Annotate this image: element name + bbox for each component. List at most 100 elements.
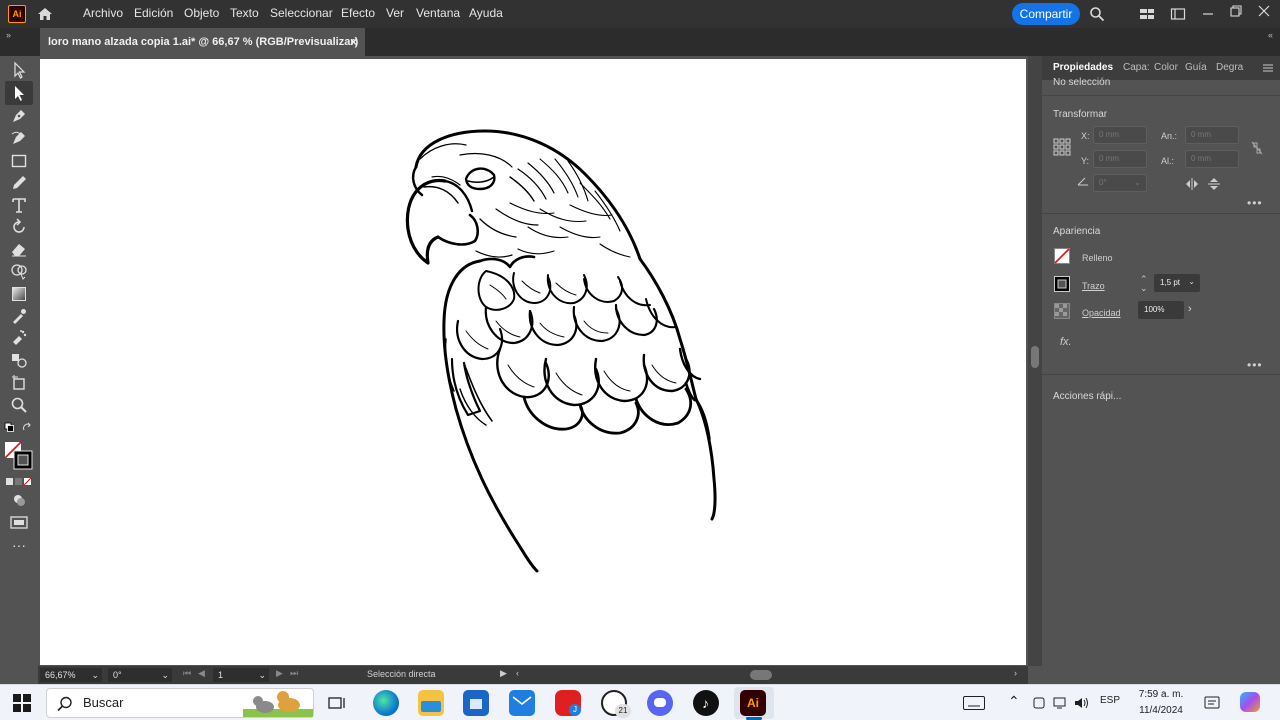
input-language[interactable]: ESP — [1100, 695, 1120, 706]
share-button[interactable]: Compartir — [1012, 3, 1080, 25]
close-window-icon[interactable] — [1256, 3, 1272, 19]
fill-label[interactable]: Relleno — [1082, 253, 1113, 263]
search-icon[interactable] — [1089, 6, 1105, 22]
vertical-scroll-thumb[interactable] — [1031, 346, 1039, 368]
reference-point-icon[interactable] — [1053, 138, 1071, 156]
last-artboard-icon[interactable]: ⏭ — [290, 668, 298, 679]
meet-now-icon[interactable] — [1032, 696, 1046, 710]
mail-icon[interactable] — [509, 690, 535, 716]
show-hidden-icons-icon[interactable]: ⌃ — [1008, 693, 1020, 710]
document-tab[interactable]: loro mano alzada copia 1.ai* @ 66,67 % (… — [40, 28, 365, 56]
task-view-icon[interactable] — [328, 695, 346, 711]
whatsapp-icon[interactable]: 21 — [601, 690, 631, 718]
draw-mode-icon[interactable] — [9, 490, 29, 510]
screen-mode-icon[interactable] — [9, 512, 29, 532]
collapse-toolbar-icon[interactable]: » — [6, 30, 11, 40]
copilot-icon[interactable] — [1240, 692, 1260, 712]
discord-icon[interactable] — [647, 690, 673, 716]
video-app-icon[interactable]: J — [555, 690, 581, 716]
notifications-icon[interactable] — [1204, 695, 1220, 711]
rotation-field[interactable]: 0° ⌄ — [108, 668, 172, 682]
chevron-down-icon[interactable]: ⌄ — [91, 668, 99, 682]
eyedropper-tool-icon[interactable] — [9, 306, 29, 326]
menu-texto[interactable]: Texto — [230, 6, 259, 20]
home-icon[interactable] — [36, 5, 54, 23]
menu-edicion[interactable]: Edición — [134, 6, 173, 20]
stroke-swatch-icon[interactable] — [1054, 276, 1070, 292]
restore-icon[interactable] — [1228, 3, 1244, 19]
close-tab-icon[interactable]: × — [350, 28, 357, 56]
more-transform-options-icon[interactable]: ••• — [1247, 196, 1263, 210]
type-tool-icon[interactable] — [9, 195, 29, 215]
flip-vertical-icon[interactable] — [1208, 177, 1220, 191]
panel-menu-icon[interactable] — [1262, 63, 1274, 73]
tiktok-icon[interactable]: ♪ — [693, 690, 719, 716]
opacity-label[interactable]: Opacidad — [1082, 308, 1121, 318]
symbol-sprayer-tool-icon[interactable] — [9, 328, 29, 348]
constrain-proportions-icon[interactable] — [1250, 141, 1264, 155]
menu-ver[interactable]: Ver — [386, 6, 404, 20]
network-icon[interactable] — [1053, 696, 1069, 710]
chevron-right-icon[interactable]: › — [1188, 303, 1200, 319]
default-swap-colors-icon[interactable] — [4, 421, 34, 433]
pencil-tool-icon[interactable] — [9, 173, 29, 193]
zoom-field[interactable]: 66,67% ⌄ — [40, 668, 102, 682]
menu-objeto[interactable]: Objeto — [184, 6, 219, 20]
fill-stroke-swatch-icon[interactable] — [4, 441, 34, 471]
height-field[interactable]: 0 mm — [1185, 150, 1239, 168]
chevron-down-icon[interactable]: ⌄ — [1134, 175, 1141, 191]
artboard-field[interactable]: 1 ⌄ — [213, 668, 269, 682]
chevron-down-icon[interactable]: ⌄ — [258, 668, 266, 682]
color-mode-icons[interactable] — [5, 474, 33, 486]
zoom-tool-icon[interactable] — [9, 395, 29, 415]
more-appearance-options-icon[interactable]: ••• — [1247, 358, 1263, 372]
artboard[interactable] — [40, 59, 1026, 665]
first-artboard-icon[interactable]: ⏮ — [183, 668, 191, 679]
windows-start-icon[interactable] — [13, 694, 31, 712]
direct-selection-tool-icon[interactable] — [5, 81, 33, 105]
gradient-tool-icon[interactable] — [9, 284, 29, 304]
opacity-field[interactable]: 100% — [1138, 301, 1184, 319]
fill-swatch-icon[interactable] — [1054, 248, 1070, 264]
y-field[interactable]: 0 mm — [1093, 150, 1147, 168]
system-clock[interactable]: 7:59 a. m. 11/4/2024 — [1128, 687, 1194, 719]
workspace-icon[interactable] — [1170, 6, 1186, 22]
rotate-tool-icon[interactable] — [9, 217, 29, 237]
tab-capas[interactable]: Capa: — [1123, 62, 1150, 73]
chevron-down-icon[interactable]: ⌄ — [161, 668, 169, 682]
menu-seleccionar[interactable]: Seleccionar — [270, 6, 333, 20]
tab-degradado[interactable]: Degra — [1216, 62, 1243, 73]
taskbar-search-box[interactable]: Buscar — [46, 688, 314, 718]
microsoft-store-icon[interactable] — [463, 690, 489, 716]
horizontal-scroll-thumb[interactable] — [750, 670, 772, 680]
collapse-panels-icon[interactable]: « — [1268, 30, 1273, 40]
artboard-tool-icon[interactable] — [9, 373, 29, 393]
canvas-area[interactable] — [38, 56, 1028, 666]
arrange-documents-icon[interactable] — [1139, 6, 1155, 22]
next-artboard-icon[interactable]: ▶ — [276, 668, 283, 679]
vertical-scrollbar[interactable] — [1028, 56, 1042, 666]
angle-field[interactable]: 0° ⌄ — [1093, 174, 1147, 192]
edit-toolbar-icon[interactable]: ··· — [9, 538, 29, 560]
edge-browser-icon[interactable] — [373, 690, 399, 716]
curvature-tool-icon[interactable] — [9, 128, 29, 148]
stroke-label[interactable]: Trazo — [1082, 281, 1105, 291]
flip-horizontal-icon[interactable] — [1185, 178, 1199, 190]
menu-efecto[interactable]: Efecto — [341, 6, 375, 20]
status-menu-arrow-icon[interactable]: ▶ — [500, 668, 507, 679]
menu-ayuda[interactable]: Ayuda — [469, 6, 503, 20]
menu-ventana[interactable]: Ventana — [416, 6, 460, 20]
rectangle-tool-icon[interactable] — [9, 151, 29, 171]
file-explorer-icon[interactable] — [418, 690, 444, 716]
tab-guia[interactable]: Guía — [1185, 62, 1207, 73]
opacity-icon[interactable] — [1054, 303, 1070, 319]
tab-color[interactable]: Color — [1154, 62, 1178, 73]
selection-tool-icon[interactable] — [9, 60, 29, 80]
chevron-down-icon[interactable]: ⌄ — [1188, 274, 1195, 290]
previous-artboard-icon[interactable]: ◀ — [198, 668, 205, 679]
minimize-icon[interactable] — [1200, 6, 1216, 22]
keyboard-icon[interactable] — [963, 696, 985, 710]
scroll-left-icon[interactable]: ‹ — [516, 668, 519, 678]
x-field[interactable]: 0 mm — [1093, 126, 1147, 144]
effects-fx-button[interactable]: fx. — [1060, 336, 1072, 348]
